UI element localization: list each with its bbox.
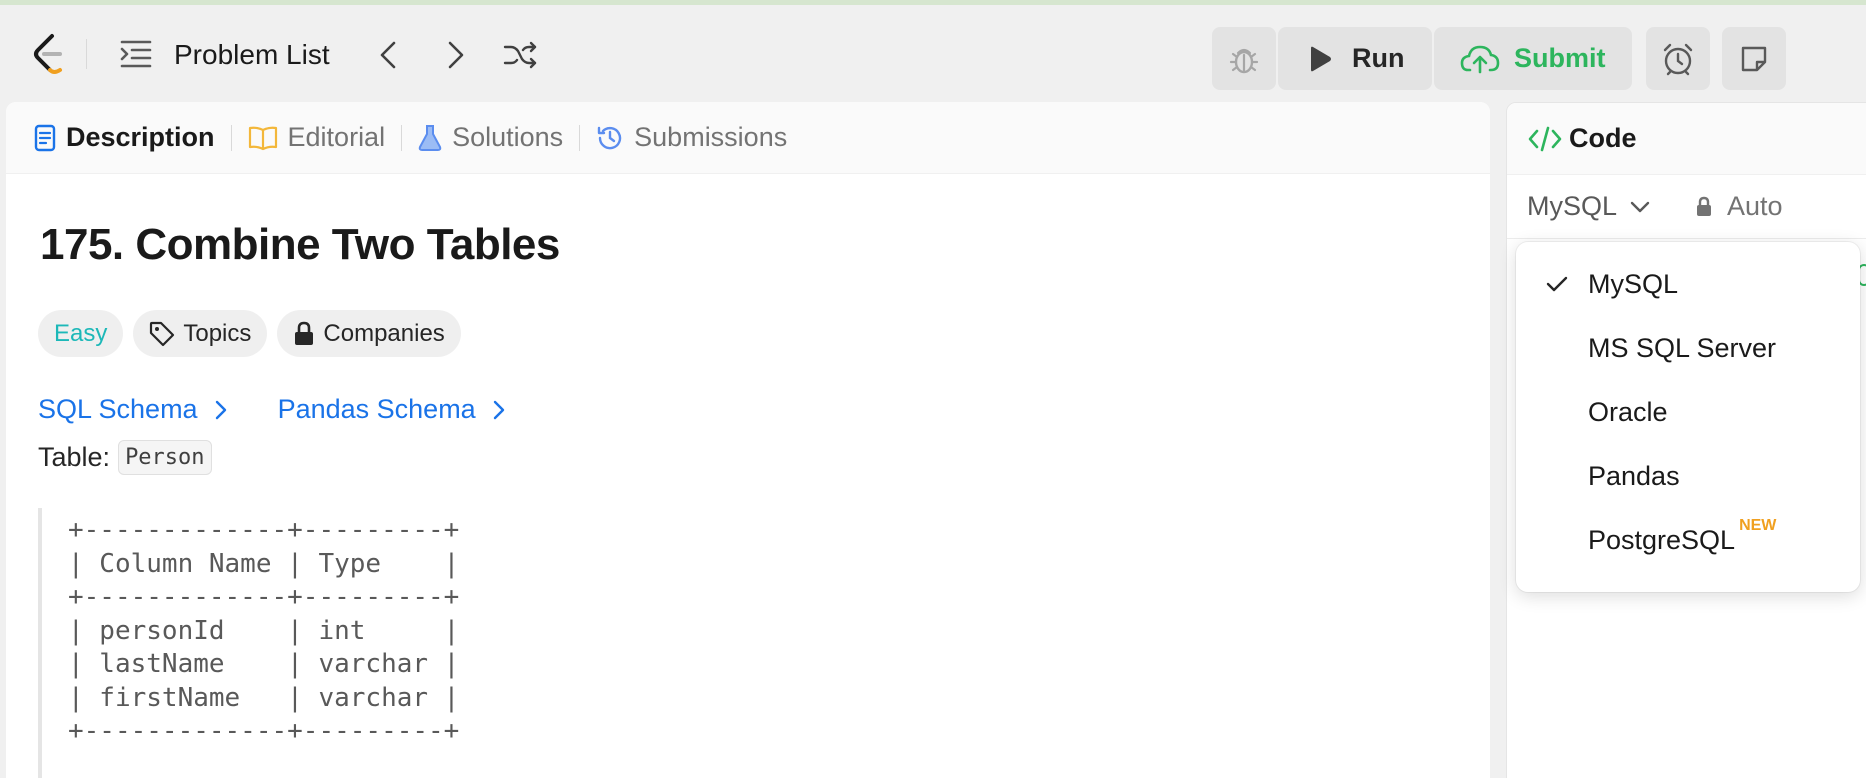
language-option-label: MS SQL Server [1588, 332, 1777, 363]
schema-line: | firstName | varchar | [68, 682, 460, 713]
auto-mode-toggle[interactable]: Auto [1695, 191, 1783, 222]
lock-icon [295, 321, 314, 345]
language-option-oracle[interactable]: Oracle [1516, 380, 1860, 444]
top-toolbar: Problem List Run Submit [0, 5, 1866, 101]
difficulty-badge: Easy [38, 310, 124, 357]
schema-line: | lastName | varchar | [68, 649, 460, 679]
chevron-right-icon [215, 400, 226, 419]
previous-problem-button[interactable] [368, 35, 408, 75]
pandas-schema-link[interactable]: Pandas Schema [278, 394, 506, 425]
language-option-label: PostgreSQL [1588, 524, 1736, 555]
table-name-code: Person [118, 440, 212, 475]
sql-schema-link[interactable]: SQL Schema [38, 394, 228, 425]
new-badge: NEW [1739, 517, 1777, 534]
schema-line: +-------------+---------+ [68, 582, 460, 612]
schema-line: | Column Name | Type | [68, 548, 460, 579]
notes-button[interactable] [1722, 27, 1786, 90]
problem-list-icon[interactable] [120, 39, 152, 69]
problem-list-button[interactable]: Problem List [174, 39, 330, 71]
description-tabs: Description Editorial Solutions Submissi… [6, 102, 1490, 174]
tag-icon [150, 321, 175, 346]
timer-button[interactable] [1646, 27, 1710, 90]
tab-solutions[interactable]: Solutions [418, 122, 563, 153]
table-prefix: Table: [38, 442, 111, 472]
bug-icon [1229, 48, 1259, 73]
toolbar-divider [86, 39, 87, 69]
selected-language: MySQL [1527, 191, 1618, 221]
language-option-label: Oracle [1588, 396, 1668, 427]
auto-label: Auto [1727, 191, 1783, 221]
next-problem-button[interactable] [436, 35, 476, 75]
editor-toolbar: MySQL Auto [1507, 175, 1866, 239]
topics-button[interactable]: Topics [133, 310, 268, 357]
tab-divider [401, 124, 403, 151]
tab-submissions[interactable]: Submissions [596, 122, 787, 153]
schema-line: | personId | int | [68, 615, 460, 646]
submit-button[interactable]: Submit [1434, 27, 1632, 90]
schema-line: +-------------+---------+ [68, 515, 460, 545]
chevron-right-icon [448, 41, 464, 69]
chevron-down-icon [1630, 201, 1650, 212]
shuffle-icon [503, 41, 537, 69]
code-brackets-icon [1528, 126, 1562, 151]
schema-links: SQL Schema Pandas Schema [38, 394, 506, 425]
companies-label: Companies [323, 319, 445, 347]
chevron-right-icon [493, 400, 504, 419]
random-problem-button[interactable] [500, 35, 540, 75]
problem-title: 175. Combine Two Tables [40, 220, 560, 269]
pandas-schema-label: Pandas Schema [277, 394, 476, 424]
tab-description-label: Description [66, 122, 215, 152]
code-panel-title: Code [1569, 123, 1637, 153]
language-option-label: Pandas [1588, 460, 1680, 491]
table-caption: Table: Person [38, 440, 212, 475]
language-dropdown-menu: MySQL MS SQL Server Oracle Pandas Postgr… [1516, 242, 1860, 592]
book-icon [248, 126, 277, 150]
language-option-mysql[interactable]: MySQL [1516, 252, 1860, 316]
debug-button[interactable] [1212, 27, 1276, 90]
topics-label: Topics [183, 319, 252, 347]
cloud-upload-icon [1460, 45, 1500, 73]
sql-schema-label: SQL Schema [38, 394, 198, 424]
language-select[interactable]: MySQL [1527, 191, 1651, 222]
schema-line: +-------------+---------+ [68, 716, 460, 746]
description-panel: Description Editorial Solutions Submissi… [6, 102, 1490, 778]
tab-divider [579, 124, 581, 151]
run-label: Run [1352, 43, 1405, 73]
tab-editorial-label: Editorial [287, 122, 386, 152]
tab-description[interactable]: Description [34, 122, 215, 153]
lock-icon [1697, 196, 1712, 216]
alarm-clock-icon [1663, 43, 1693, 75]
schema-code-block: +-------------+---------+ | Column Name … [38, 508, 460, 778]
play-icon [1311, 46, 1331, 71]
run-button[interactable]: Run [1278, 27, 1432, 90]
code-panel-header: Code [1507, 103, 1866, 175]
description-icon [34, 124, 56, 151]
tab-submissions-label: Submissions [634, 122, 788, 152]
history-icon [597, 126, 622, 149]
note-icon [1741, 46, 1767, 71]
leetcode-logo-icon[interactable] [30, 32, 70, 76]
companies-button[interactable]: Companies [277, 310, 461, 357]
language-option-mssql[interactable]: MS SQL Server [1516, 316, 1860, 380]
language-option-label: MySQL [1588, 268, 1679, 299]
chevron-left-icon [380, 41, 396, 69]
tab-solutions-label: Solutions [452, 122, 564, 152]
problem-tags: Easy Topics Companies [38, 310, 461, 357]
tab-divider [230, 124, 232, 151]
language-option-pandas[interactable]: Pandas [1516, 444, 1860, 508]
flask-icon [418, 124, 442, 151]
tab-editorial[interactable]: Editorial [248, 122, 386, 153]
language-option-postgresql[interactable]: PostgreSQL NEW [1516, 508, 1860, 572]
checkmark-icon [1546, 276, 1568, 292]
submit-label: Submit [1514, 43, 1606, 73]
